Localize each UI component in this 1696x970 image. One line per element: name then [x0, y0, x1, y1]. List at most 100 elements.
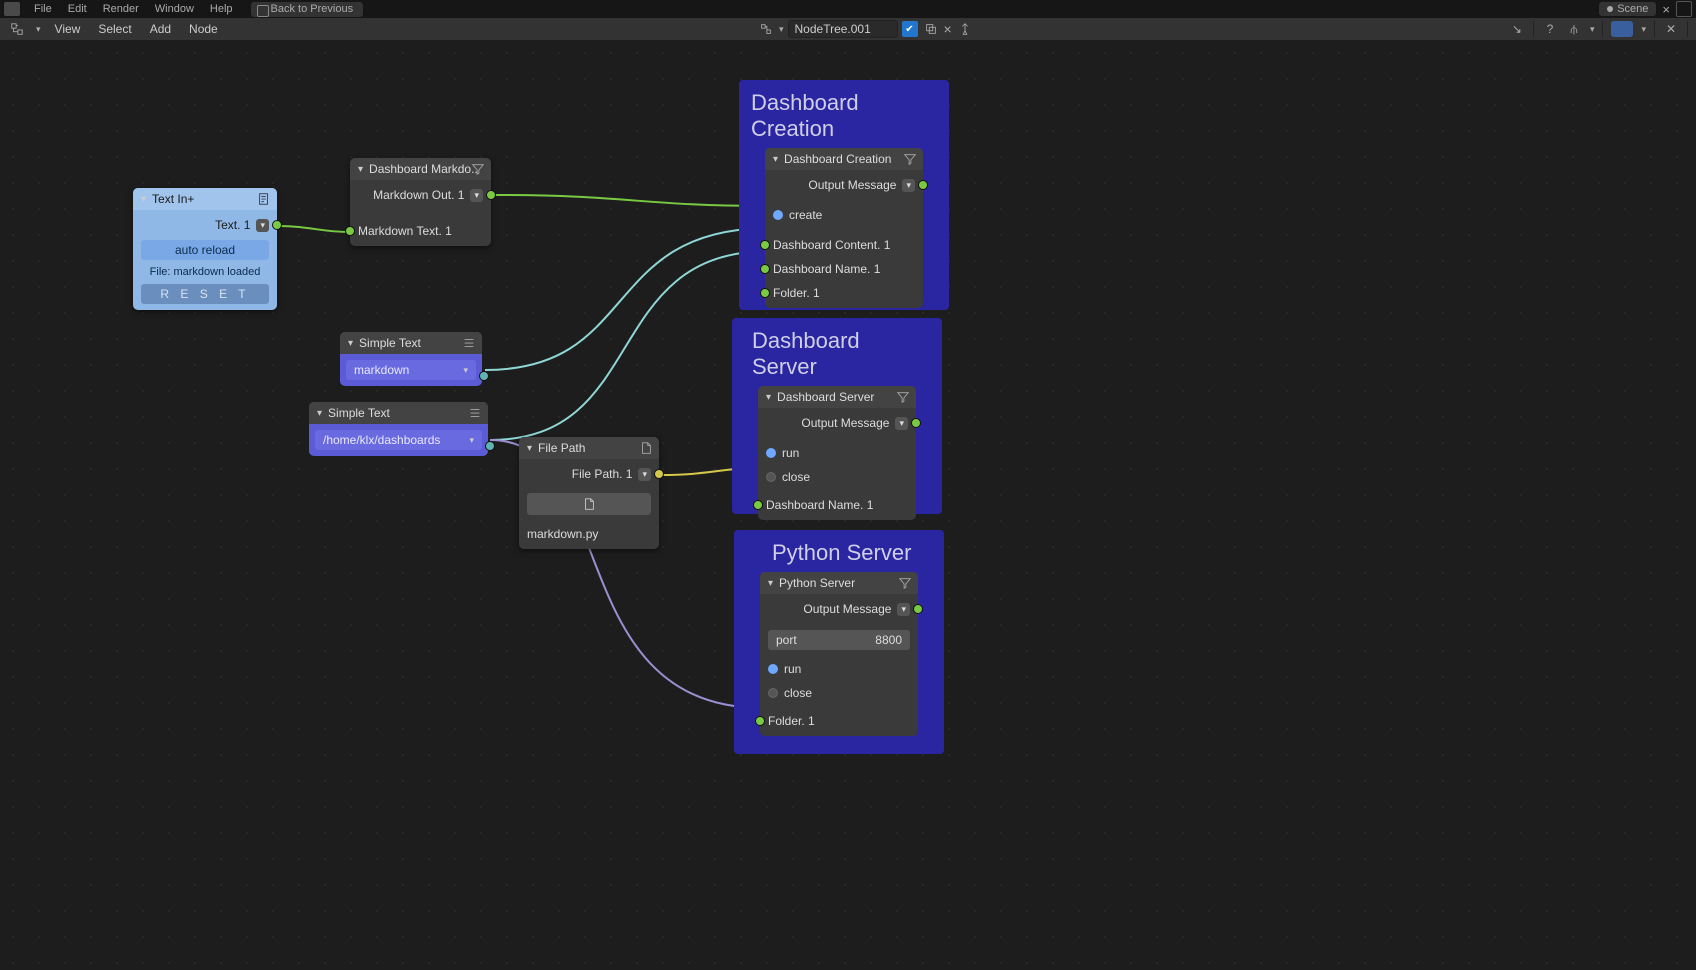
filter-icon[interactable]: ✕: [1663, 21, 1679, 37]
frame-dashboard-server[interactable]: Dashboard Server ▾ Dashboard Server Outp…: [732, 318, 942, 514]
viewlayer-icon[interactable]: [1676, 1, 1692, 17]
output-dropdown[interactable]: ▾: [902, 179, 915, 192]
scene-close-icon[interactable]: ×: [1662, 2, 1670, 17]
menu-help[interactable]: Help: [202, 3, 241, 15]
node-dashboard-server[interactable]: ▾ Dashboard Server Output Message ▾ run: [758, 386, 916, 520]
create-toggle-row[interactable]: create: [773, 206, 915, 224]
editor-type-icon[interactable]: [8, 21, 26, 37]
checkdot-on-icon[interactable]: [768, 664, 778, 674]
close-label: close: [784, 686, 812, 700]
input-name-label: Dashboard Name. 1: [773, 262, 880, 276]
node-simple-text-1[interactable]: ▾ Simple Text markdown ▾: [340, 332, 482, 386]
node-title: File Path: [538, 441, 585, 455]
socket-in-folder[interactable]: [760, 288, 770, 298]
overlay-toggle[interactable]: [1611, 21, 1633, 37]
node-header[interactable]: ▾ Dashboard Server: [758, 386, 916, 408]
node-dashboard-markdown[interactable]: ▾ Dashboard Markdo.. Markdown Out. 1 ▾ M…: [350, 158, 491, 246]
node-dashboard-creation[interactable]: ▾ Dashboard Creation Output Message ▾ cr…: [765, 148, 923, 308]
output-dropdown[interactable]: ▾: [256, 219, 269, 232]
pin-icon[interactable]: [956, 21, 974, 37]
socket-in[interactable]: [345, 226, 355, 236]
menu-file[interactable]: File: [26, 3, 60, 15]
menu-edit[interactable]: Edit: [60, 3, 95, 15]
chevron-down-icon: ▾: [141, 194, 146, 205]
node-title: Dashboard Server: [777, 390, 874, 404]
socket-out[interactable]: [911, 418, 921, 428]
snap-icon[interactable]: ⫛: [1566, 21, 1582, 37]
node-canvas[interactable]: ▾ Text In+ Text. 1 ▾ auto reload File: m…: [0, 40, 1696, 970]
checkdot-on-icon[interactable]: [773, 210, 783, 220]
node-header[interactable]: ▾ Simple Text: [340, 332, 482, 354]
scene-selector[interactable]: Scene: [1599, 2, 1656, 16]
socket-in-name[interactable]: [753, 500, 763, 510]
close-toggle-row[interactable]: close: [766, 468, 908, 486]
output-dropdown[interactable]: ▾: [897, 603, 910, 616]
output-label: File Path. 1: [572, 467, 633, 481]
output-label: Output Message: [803, 602, 891, 616]
output-dropdown[interactable]: ▾: [470, 189, 483, 202]
node-header[interactable]: ▾ File Path: [519, 437, 659, 459]
socket-out[interactable]: [918, 180, 928, 190]
socket-out[interactable]: [486, 190, 496, 200]
arrow-icon[interactable]: ↘: [1509, 21, 1525, 37]
hb-menu-add[interactable]: Add: [146, 22, 175, 36]
text-input[interactable]: /home/klx/dashboards ▾: [315, 430, 482, 450]
frame-python-server[interactable]: Python Server ▾ Python Server Output Mes…: [734, 530, 944, 754]
socket-out-text[interactable]: [272, 220, 282, 230]
frame-dashboard-creation[interactable]: Dashboard Creation ▾ Dashboard Creation …: [739, 80, 949, 310]
socket-out[interactable]: [913, 604, 923, 614]
shield-icon[interactable]: ✔: [902, 21, 918, 37]
node-python-server[interactable]: ▾ Python Server Output Message ▾ port 88…: [760, 572, 918, 736]
auto-reload-button[interactable]: auto reload: [141, 240, 269, 260]
output-dropdown[interactable]: ▾: [895, 417, 908, 430]
duplicate-icon[interactable]: [922, 21, 940, 37]
socket-in-content[interactable]: [760, 240, 770, 250]
chevron-down-icon: ▾: [766, 392, 771, 403]
node-simple-text-2[interactable]: ▾ Simple Text /home/klx/dashboards ▾: [309, 402, 488, 456]
nodetree-type-icon[interactable]: [757, 21, 775, 37]
unlink-icon[interactable]: ×: [944, 21, 952, 37]
run-label: run: [782, 446, 799, 460]
hb-menu-select[interactable]: Select: [94, 22, 135, 36]
node-header[interactable]: ▾ Dashboard Creation: [765, 148, 923, 170]
node-header[interactable]: ▾ Python Server: [760, 572, 918, 594]
socket-out[interactable]: [485, 441, 495, 451]
list-icon: [468, 406, 482, 420]
reset-button[interactable]: R E S E T: [141, 284, 269, 304]
output-label: Markdown Out. 1: [373, 188, 464, 202]
help-icon[interactable]: ?: [1542, 21, 1558, 37]
checkdot-off-icon[interactable]: [768, 688, 778, 698]
node-file-path[interactable]: ▾ File Path File Path. 1 ▾ markdown.py: [519, 437, 659, 549]
chevron-down-icon[interactable]: ▾: [779, 24, 784, 35]
hb-menu-node[interactable]: Node: [185, 22, 222, 36]
port-field[interactable]: port 8800: [768, 630, 910, 650]
close-toggle-row[interactable]: close: [768, 684, 910, 702]
socket-in-name[interactable]: [760, 264, 770, 274]
menu-window[interactable]: Window: [147, 3, 202, 15]
nodetree-name-field[interactable]: NodeTree.001: [788, 20, 898, 38]
node-header[interactable]: ▾ Simple Text: [309, 402, 488, 424]
checkdot-off-icon[interactable]: [766, 472, 776, 482]
socket-in-folder[interactable]: [755, 716, 765, 726]
socket-out[interactable]: [654, 469, 664, 479]
file-browse-button[interactable]: [527, 493, 651, 515]
back-to-previous-button[interactable]: Back to Previous: [251, 2, 364, 17]
hb-menu-view[interactable]: View: [51, 22, 85, 36]
run-toggle-row[interactable]: run: [766, 444, 908, 462]
run-toggle-row[interactable]: run: [768, 660, 910, 678]
funnel-icon: [896, 390, 910, 404]
input-content-row: Dashboard Content. 1: [773, 236, 915, 254]
node-header[interactable]: ▾ Dashboard Markdo..: [350, 158, 491, 180]
checkdot-on-icon[interactable]: [766, 448, 776, 458]
node-text-in[interactable]: ▾ Text In+ Text. 1 ▾ auto reload File: m…: [133, 188, 277, 310]
output-dropdown[interactable]: ▾: [638, 468, 651, 481]
chevron-down-icon[interactable]: ▾: [36, 24, 41, 35]
file-value: markdown.py: [527, 527, 598, 541]
menu-render[interactable]: Render: [95, 3, 147, 15]
node-header[interactable]: ▾ Text In+: [133, 188, 277, 210]
chevron-down-icon: ▾: [768, 578, 773, 589]
socket-out[interactable]: [479, 371, 489, 381]
node-title: Text In+: [152, 192, 194, 206]
output-row: File Path. 1 ▾: [527, 465, 651, 483]
text-input[interactable]: markdown ▾: [346, 360, 476, 380]
